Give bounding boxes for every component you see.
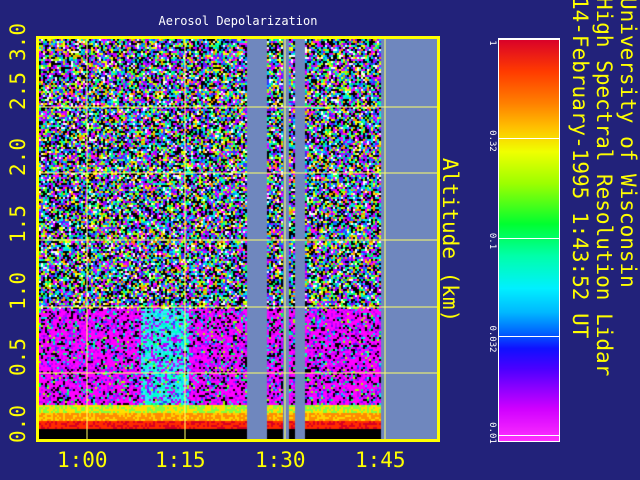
lidar-plot-frame (36, 36, 440, 442)
x-tick-label: 1:45 (355, 448, 406, 472)
colorbar-tick-label: 1 (487, 40, 497, 46)
x-tick-label: 1:00 (57, 448, 108, 472)
y-tick-label: 0.0 (6, 405, 30, 443)
colorbar-tick-label: 0.01 (487, 422, 497, 444)
colorbar-tick-line (499, 238, 559, 239)
y-tick-label: 2.0 (6, 138, 30, 176)
colorbar-tick-label: 0.032 (487, 325, 497, 353)
plot-grid (39, 39, 437, 439)
colorbar-tick-line (499, 336, 559, 337)
x-tick-label: 1:15 (155, 448, 206, 472)
header-institution: University of Wisconsin (616, 0, 640, 288)
y-tick-label: 1.5 (6, 205, 30, 243)
colorbar-tick-label: 0.1 (487, 232, 497, 250)
colorbar (498, 38, 560, 442)
header-timestamp: 14-February-1995 1:43:52 UT (568, 0, 592, 339)
y-tick-label: 3.0 (6, 23, 30, 61)
colorbar-tick-line (499, 138, 559, 139)
colorbar-tick-line (499, 435, 559, 436)
colorbar-tick-label: 0.32 (487, 130, 497, 152)
x-tick-label: 1:30 (255, 448, 306, 472)
colorbar-tick-line (499, 39, 559, 40)
plot-title: Aerosol Depolarization (158, 14, 318, 28)
y-tick-label: 1.0 (6, 272, 30, 310)
y-tick-label: 2.5 (6, 72, 30, 110)
y-tick-label: 0.5 (6, 338, 30, 376)
header-instrument: High Spectral Resolution Lidar (592, 0, 616, 377)
y-axis-label: Altitude (km) (438, 157, 462, 323)
